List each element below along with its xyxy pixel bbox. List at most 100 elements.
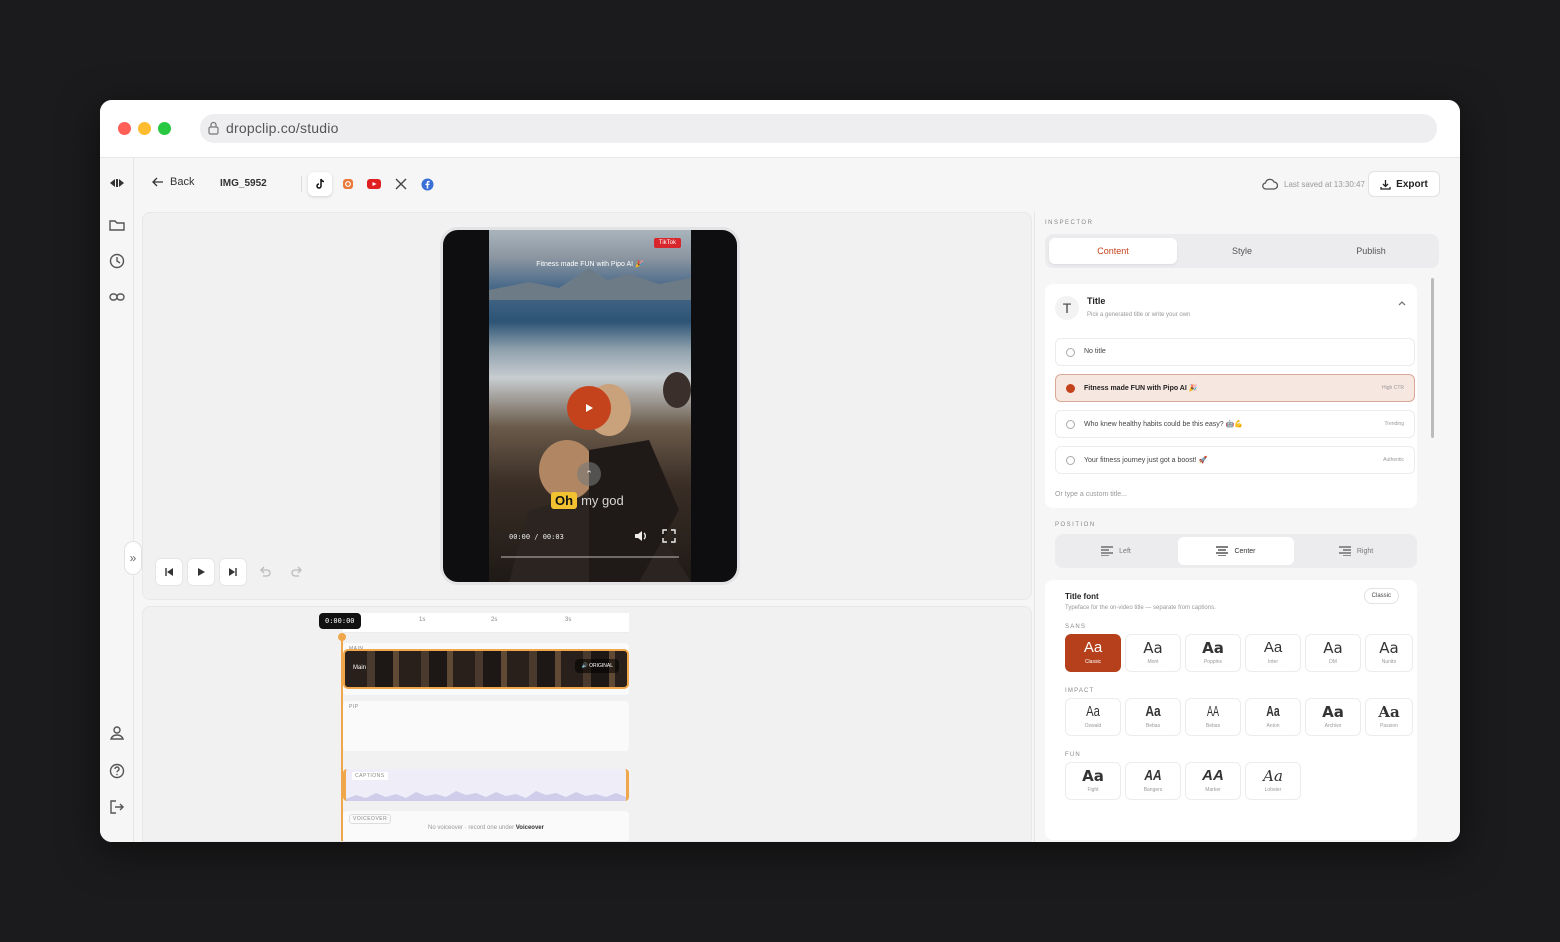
font-tile-bebas-caps[interactable]: AA Bebas: [1185, 698, 1241, 736]
font-tile-oswald[interactable]: Aa Oswald: [1065, 698, 1121, 736]
track-label: VOICEOVER: [349, 814, 392, 824]
tiktok-icon: [316, 178, 325, 189]
playhead-time: 0:00:00: [319, 613, 361, 629]
lock-icon: [208, 121, 219, 135]
font-tile-poppins[interactable]: Aa Poppins: [1185, 634, 1241, 672]
font-tile-bangers[interactable]: AA Bangers: [1125, 762, 1181, 800]
captions-clip[interactable]: CAPTIONS: [343, 769, 629, 801]
section-title: Title font: [1065, 592, 1099, 601]
expand-sidebar-button[interactable]: »: [124, 541, 142, 575]
export-button[interactable]: Export: [1368, 171, 1440, 197]
tab-content[interactable]: Content: [1049, 238, 1177, 264]
voiceover-link[interactable]: Voiceover: [516, 825, 544, 831]
font-tile-inter[interactable]: Aa Inter: [1245, 634, 1301, 672]
history-icon[interactable]: [108, 252, 126, 270]
export-label: Export: [1396, 178, 1428, 190]
volume-icon[interactable]: [633, 528, 649, 544]
play-button[interactable]: [187, 558, 215, 586]
main-video-clip[interactable]: Main 🔊 ORIGINAL: [343, 649, 629, 689]
logout-icon[interactable]: [108, 798, 126, 816]
font-group-label: SANS: [1065, 624, 1087, 630]
option-tag: Authentic: [1383, 457, 1404, 463]
skip-end-button[interactable]: [219, 558, 247, 586]
address-bar[interactable]: dropclip.co/studio: [200, 114, 1437, 143]
user-icon[interactable]: [108, 724, 126, 742]
saved-text: Last saved at 13:30:47: [1284, 179, 1365, 189]
position-center-button[interactable]: Center: [1178, 537, 1294, 565]
maximize-window-dot[interactable]: [158, 122, 171, 135]
minimize-window-dot[interactable]: [138, 122, 151, 135]
play-overlay-button[interactable]: [567, 386, 611, 430]
tab-style[interactable]: Style: [1178, 238, 1306, 264]
radio-icon: [1066, 420, 1075, 429]
redo-button[interactable]: [283, 558, 311, 586]
title-option[interactable]: Your fitness journey just got a boost! 🚀…: [1055, 446, 1415, 474]
video-frame[interactable]: TikTok Fitness made FUN with Pipo AI 🎉 ⌃…: [489, 230, 691, 582]
font-tile-archivo[interactable]: Aa Archivo: [1305, 698, 1361, 736]
font-tile-fight[interactable]: Aa Fight: [1065, 762, 1121, 800]
divider: [301, 176, 302, 192]
ruler-tick: 2s: [491, 617, 498, 623]
time-ruler[interactable]: 1s 2s 3s: [343, 613, 629, 633]
undo-button[interactable]: [251, 558, 279, 586]
title-option[interactable]: Who knew healthy habits could be this ea…: [1055, 410, 1415, 438]
inspector-tabs: Content Style Publish: [1045, 234, 1439, 268]
current-font-badge: Classic: [1363, 588, 1399, 604]
section-title: Title: [1087, 296, 1106, 306]
timeline-panel: 1s 2s 3s MAIN Main 🔊 ORIGINAL PIP CAPTIO…: [142, 606, 1032, 842]
font-tile-marker[interactable]: AA Marker: [1185, 762, 1241, 800]
font-tile-classic[interactable]: Aa Classic: [1065, 634, 1121, 672]
platform-tiktok[interactable]: [308, 172, 332, 196]
folder-icon[interactable]: [108, 216, 126, 234]
font-group-label: FUN: [1065, 752, 1081, 758]
title-option[interactable]: No title: [1055, 338, 1415, 366]
option-label: Fitness made FUN with Pipo AI 🎉: [1084, 385, 1198, 392]
font-group-label: IMPACT: [1065, 688, 1095, 694]
font-tile-nunito[interactable]: Aa Nunito: [1365, 634, 1413, 672]
font-tile-dm[interactable]: Aa DM: [1305, 634, 1361, 672]
tab-publish[interactable]: Publish: [1307, 238, 1435, 264]
help-icon[interactable]: [108, 762, 126, 780]
chevron-up-icon[interactable]: [1397, 298, 1407, 308]
font-tile-lobster[interactable]: Aa Lobster: [1245, 762, 1301, 800]
playhead-line[interactable]: [341, 633, 343, 841]
position-right-button[interactable]: Right: [1298, 537, 1414, 565]
skip-start-button[interactable]: [155, 558, 183, 586]
custom-title-input[interactable]: Or type a custom title...: [1055, 491, 1127, 498]
skip-back-icon: [165, 568, 173, 576]
play-icon: [198, 568, 205, 576]
position-selector: Left Center Right: [1055, 534, 1417, 568]
section-subtitle: Typeface for the on-video title — separa…: [1065, 605, 1216, 611]
back-button[interactable]: Back: [152, 176, 194, 188]
option-label: Your fitness journey just got a boost! 🚀: [1084, 457, 1208, 464]
studio-app: Back IMG_5952 Last saved at 13:30:47 Exp…: [100, 158, 1460, 842]
align-center-icon: [1216, 546, 1229, 556]
playhead-handle[interactable]: [338, 633, 346, 641]
font-tile-anton[interactable]: Aa Anton: [1245, 698, 1301, 736]
platform-facebook[interactable]: [415, 172, 439, 196]
facebook-icon: [421, 178, 433, 190]
platform-x[interactable]: [389, 172, 413, 196]
instagram-icon: [343, 179, 353, 189]
link-icon[interactable]: [108, 288, 126, 306]
inspector-heading: INSPECTOR: [1045, 220, 1094, 226]
original-audio-badge[interactable]: 🔊 ORIGINAL: [575, 659, 619, 673]
undo-icon: [260, 566, 271, 577]
font-tile-mont[interactable]: Aa Mont: [1125, 634, 1181, 672]
track-label: CAPTIONS: [352, 772, 388, 780]
close-window-dot[interactable]: [118, 122, 131, 135]
position-left-button[interactable]: Left: [1058, 537, 1174, 565]
platform-instagram[interactable]: [336, 172, 360, 196]
cloud-icon: [1262, 178, 1278, 190]
align-left-icon: [1101, 546, 1114, 556]
video-progress-bar[interactable]: [501, 556, 679, 558]
clip-label: Main: [353, 665, 367, 671]
fullscreen-icon[interactable]: [661, 528, 677, 544]
track-pip[interactable]: PIP: [343, 701, 629, 751]
title-option-selected[interactable]: Fitness made FUN with Pipo AI 🎉 High CTR: [1055, 374, 1415, 402]
caption-overlay: Oh my god: [551, 492, 624, 509]
platform-youtube[interactable]: [362, 172, 386, 196]
font-tile-bebas[interactable]: Aa Bebas: [1125, 698, 1181, 736]
font-tile-passion[interactable]: Aa Passion: [1365, 698, 1413, 736]
logo-icon[interactable]: [108, 174, 126, 192]
